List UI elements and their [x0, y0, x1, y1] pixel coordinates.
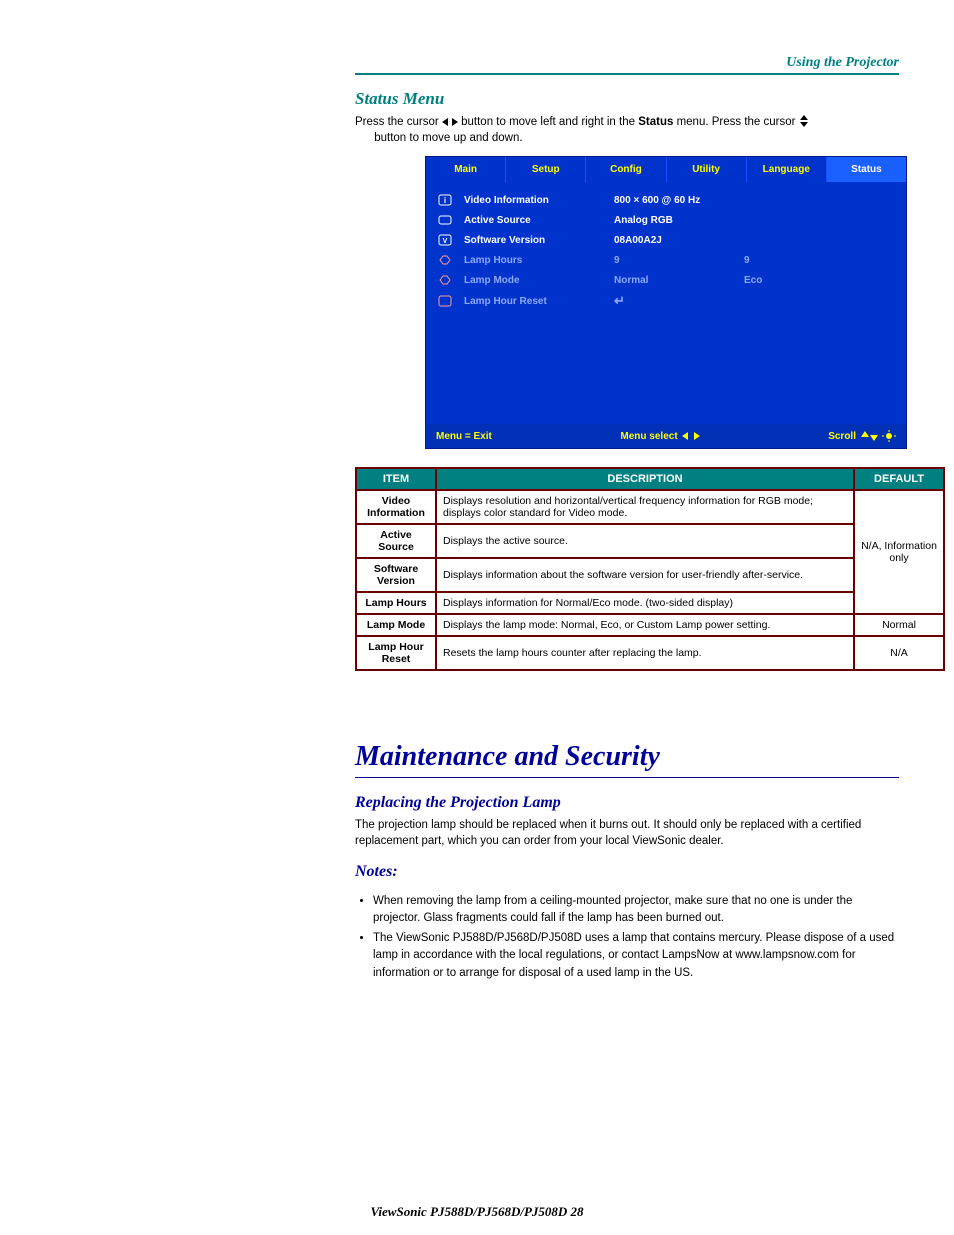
section-title-status-menu: Status Menu	[355, 89, 899, 109]
osd-row-software-version: V Software Version 08A00A2J	[436, 230, 896, 250]
osd-tab-language[interactable]: Language	[747, 157, 827, 182]
svg-text:V: V	[443, 238, 448, 245]
table-row: Lamp Hour Reset Resets the lamp hours co…	[356, 636, 944, 670]
svg-text:i: i	[444, 196, 446, 205]
info-icon: i	[436, 193, 454, 207]
osd-row-video-information: i Video Information 800 × 600 @ 60 Hz	[436, 190, 896, 210]
osd-tab-bar: Main Setup Config Utility Language Statu…	[426, 157, 906, 182]
osd-tab-main[interactable]: Main	[426, 157, 506, 182]
osd-footer-scroll: Scroll	[828, 430, 896, 442]
maintenance-divider	[355, 777, 899, 778]
table-header-default: DEFAULT	[854, 468, 944, 490]
table-row: Video Information Displays resolution an…	[356, 490, 944, 524]
osd-row-lamp-hour-reset: Lamp Hour Reset ↵	[436, 290, 896, 312]
section-title-maintenance: Maintenance and Security	[355, 741, 899, 773]
page-footer: ViewSonic PJ588D/PJ568D/PJ508D 28	[0, 1204, 954, 1220]
arrow-left-right-icon	[442, 116, 458, 128]
arrow-left-right-icon	[682, 431, 700, 441]
source-icon	[436, 213, 454, 227]
intro-paragraph: Press the cursor button to move left and…	[355, 115, 899, 146]
lightbulb-icon	[882, 430, 896, 442]
page-header: Using the Projector	[355, 55, 899, 71]
status-menu-table: ITEM DESCRIPTION DEFAULT Video Informati…	[355, 467, 945, 671]
reset-icon	[436, 294, 454, 308]
lamp-icon	[436, 253, 454, 267]
osd-tab-utility[interactable]: Utility	[667, 157, 747, 182]
table-header-item: ITEM	[356, 468, 436, 490]
osd-menu-screenshot: Main Setup Config Utility Language Statu…	[425, 156, 907, 449]
osd-footer-menu-select: Menu select	[620, 431, 699, 442]
osd-row-lamp-hours: Lamp Hours 9 9	[436, 250, 896, 270]
osd-row-active-source: Active Source Analog RGB	[436, 210, 896, 230]
table-header-row: ITEM DESCRIPTION DEFAULT	[356, 468, 944, 490]
arrow-up-down-icon	[860, 431, 878, 441]
osd-tab-setup[interactable]: Setup	[506, 157, 586, 182]
table-header-description: DESCRIPTION	[436, 468, 854, 490]
subsection-replacing-lamp: Replacing the Projection Lamp	[355, 794, 899, 812]
lamp-icon	[436, 273, 454, 287]
table-row: Lamp Mode Displays the lamp mode: Normal…	[356, 614, 944, 636]
osd-tab-status[interactable]: Status	[827, 157, 906, 182]
osd-row-lamp-mode: Lamp Mode Normal Eco	[436, 270, 896, 290]
osd-tab-config[interactable]: Config	[586, 157, 666, 182]
arrow-up-down-icon	[799, 116, 809, 128]
notes-list: When removing the lamp from a ceiling-mo…	[355, 893, 899, 982]
list-item: The ViewSonic PJ588D/PJ568D/PJ508D uses …	[373, 930, 899, 982]
version-icon: V	[436, 233, 454, 247]
osd-body: i Video Information 800 × 600 @ 60 Hz Ac…	[426, 182, 906, 424]
replacing-lamp-text: The projection lamp should be replaced w…	[355, 818, 899, 849]
list-item: When removing the lamp from a ceiling-mo…	[373, 893, 899, 928]
osd-footer-exit: Menu = Exit	[436, 431, 492, 442]
osd-footer: Menu = Exit Menu select Scroll	[426, 424, 906, 448]
subsection-notes: Notes:	[355, 863, 899, 881]
header-divider	[355, 73, 899, 75]
